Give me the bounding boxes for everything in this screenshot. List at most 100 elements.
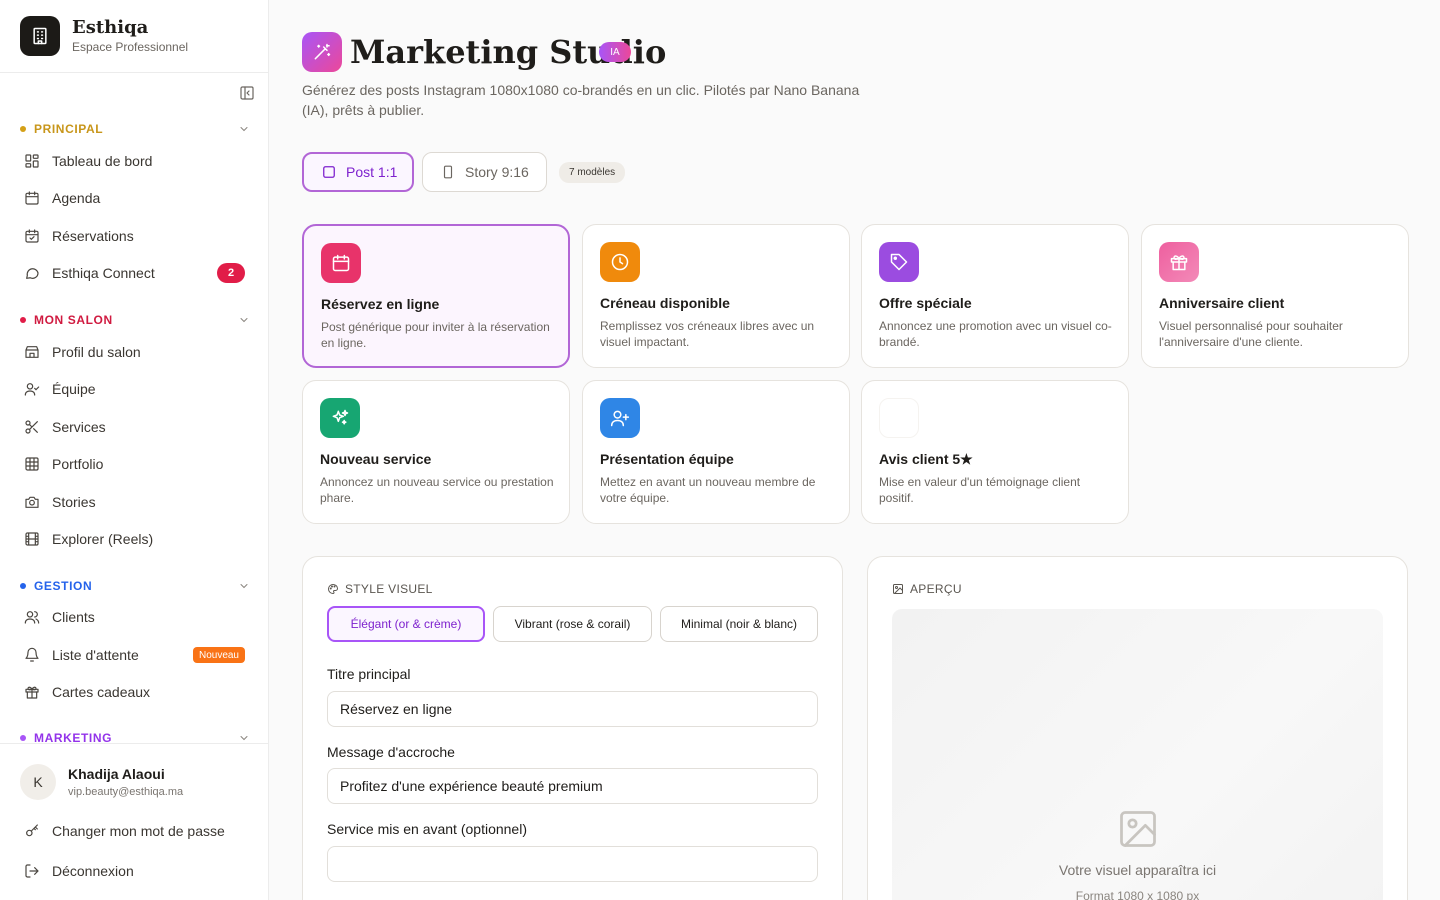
sidebar-item-reservations[interactable]: Réservations	[12, 219, 256, 253]
sidebar-nav: PRINCIPAL Tableau de bord Agenda Réserva…	[0, 110, 268, 744]
sidebar-item-label: Stories	[52, 494, 96, 510]
sidebar-item-portfolio[interactable]: Portfolio	[12, 447, 256, 481]
template-description: Annoncez une promotion avec un visuel co…	[879, 319, 1112, 349]
title-field-label: Titre principal	[327, 666, 411, 682]
building-logo-icon	[20, 16, 60, 56]
gift-icon	[24, 684, 40, 700]
template-card-presentation-equipe[interactable]: Présentation équipe Mettez en avant un n…	[582, 380, 850, 524]
section-principal[interactable]: PRINCIPAL	[20, 120, 250, 138]
sidebar-item-label: Cartes cadeaux	[52, 684, 151, 700]
section-dot	[20, 735, 26, 741]
sidebar-item-equipe[interactable]: Équipe	[12, 372, 256, 406]
user-plus-icon	[600, 398, 640, 438]
template-title: Créneau disponible	[600, 295, 730, 311]
magic-wand-icon	[302, 32, 342, 72]
new-badge: Nouveau	[192, 647, 245, 663]
store-icon	[24, 344, 40, 360]
image-placeholder-icon	[1120, 811, 1156, 847]
change-password-link[interactable]: Changer mon mot de passe	[24, 821, 225, 841]
template-card-nouveau-service[interactable]: Nouveau service Annoncez un nouveau serv…	[302, 380, 570, 524]
star-icon	[879, 398, 919, 438]
sidebar-item-stories[interactable]: Stories	[12, 485, 256, 519]
chat-icon	[24, 265, 40, 281]
chevron-down-icon	[240, 127, 248, 132]
phone-icon	[441, 165, 455, 179]
sidebar-item-clients[interactable]: Clients	[12, 600, 256, 634]
calendar-check-icon	[24, 228, 40, 244]
section-gestion[interactable]: GESTION	[20, 577, 250, 595]
sidebar-item-explorer-reels[interactable]: Explorer (Reels)	[12, 522, 256, 556]
user-panel: K Khadija Alaoui vip.beauty@esthiqa.ma C…	[0, 743, 268, 900]
main-content: Marketing Studio IA Générez des posts In…	[270, 0, 1440, 900]
service-input[interactable]	[327, 846, 818, 882]
sidebar-item-profil-salon[interactable]: Profil du salon	[12, 335, 256, 369]
style-panel-heading: STYLE VISUEL	[327, 582, 433, 596]
template-description: Mettez en avant un nouveau membre de vot…	[600, 475, 816, 505]
style-option-minimal[interactable]: Minimal (noir & blanc)	[660, 606, 818, 642]
sidebar-item-label: Clients	[52, 609, 95, 625]
template-title: Anniversaire client	[1159, 295, 1285, 311]
template-card-creneau-disponible[interactable]: Créneau disponible Remplissez vos crénea…	[582, 224, 850, 368]
change-password-label: Changer mon mot de passe	[52, 823, 225, 839]
sparkles-icon	[320, 398, 360, 438]
sidebar-item-liste-attente[interactable]: Liste d'attente Nouveau	[12, 638, 256, 672]
sidebar-item-cartes-cadeaux[interactable]: Cartes cadeaux	[12, 675, 256, 709]
section-dot	[20, 583, 26, 589]
hook-input[interactable]	[327, 768, 818, 804]
brand-name: Esthiqa	[72, 17, 149, 38]
ai-badge: IA	[599, 42, 631, 62]
format-post-label: Post 1:1	[346, 164, 398, 180]
format-story-button[interactable]: Story 9:16	[422, 152, 547, 192]
sidebar-item-services[interactable]: Services	[12, 410, 256, 444]
title-input[interactable]	[327, 691, 818, 727]
section-mon-salon[interactable]: MON SALON	[20, 311, 250, 329]
sidebar-item-label: Réservations	[52, 228, 134, 244]
image-icon	[892, 583, 904, 595]
template-card-reservez-en-ligne[interactable]: Réservez en ligne Post générique pour in…	[302, 224, 570, 368]
sidebar-item-label: Équipe	[52, 381, 96, 397]
template-description: Post générique pour inviter à la réserva…	[321, 320, 550, 350]
template-description: Annoncez un nouveau service ou prestatio…	[320, 475, 554, 505]
sidebar-collapse-icon[interactable]	[238, 84, 256, 102]
template-card-anniversaire-client[interactable]: Anniversaire client Visuel personnalisé …	[1141, 224, 1409, 368]
sidebar-item-label: Tableau de bord	[52, 153, 153, 169]
page-subtitle: Générez des posts Instagram 1080x1080 co…	[302, 82, 860, 118]
template-title: Avis client 5★	[879, 451, 973, 467]
bell-icon	[24, 647, 40, 663]
template-title: Présentation équipe	[600, 451, 734, 467]
avatar[interactable]: K	[20, 764, 56, 800]
brand-header: Esthiqa Espace Professionnel	[0, 0, 268, 73]
style-option-vibrant[interactable]: Vibrant (rose & corail)	[493, 606, 652, 642]
logout-link[interactable]: Déconnexion	[24, 861, 134, 881]
hook-field-label: Message d'accroche	[327, 744, 455, 760]
gift-icon	[1159, 242, 1199, 282]
calendar-icon	[321, 243, 361, 283]
sidebar-item-label: Explorer (Reels)	[52, 531, 154, 547]
chevron-down-icon	[240, 584, 248, 589]
sidebar-item-label: Profil du salon	[52, 344, 141, 360]
models-count-chip: 7 modèles	[559, 162, 626, 183]
template-title: Offre spéciale	[879, 295, 972, 311]
format-story-label: Story 9:16	[465, 164, 529, 180]
camera-icon	[24, 494, 40, 510]
template-title: Nouveau service	[320, 451, 432, 467]
template-card-avis-client[interactable]: Avis client 5★ Mise en valeur d'un témoi…	[861, 380, 1129, 524]
brand-subtitle: Espace Professionnel	[72, 40, 189, 54]
sidebar-item-agenda[interactable]: Agenda	[12, 181, 256, 215]
user-name: Khadija Alaoui	[68, 766, 165, 782]
preview-format-text: Format 1080 x 1080 px	[1075, 889, 1200, 900]
sidebar-item-label: Esthiqa Connect	[52, 265, 155, 281]
preview-panel-heading: APERÇU	[892, 582, 962, 596]
template-card-offre-speciale[interactable]: Offre spéciale Annoncez une promotion av…	[861, 224, 1129, 368]
style-panel-title: STYLE VISUEL	[345, 582, 433, 596]
chevron-down-icon	[240, 318, 248, 323]
sidebar-item-dashboard[interactable]: Tableau de bord	[12, 144, 256, 178]
style-option-elegant[interactable]: Élégant (or & crème)	[327, 606, 485, 642]
sidebar-item-esthiqa-connect[interactable]: Esthiqa Connect 2	[12, 256, 256, 290]
section-marketing[interactable]: MARKETING	[20, 729, 250, 744]
sidebar-item-label: Liste d'attente	[52, 647, 139, 663]
preview-canvas: Votre visuel apparaîtra ici Format 1080 …	[892, 609, 1383, 900]
format-post-button[interactable]: Post 1:1	[302, 152, 414, 192]
section-dot	[20, 317, 26, 323]
sidebar-item-label: Services	[52, 419, 106, 435]
